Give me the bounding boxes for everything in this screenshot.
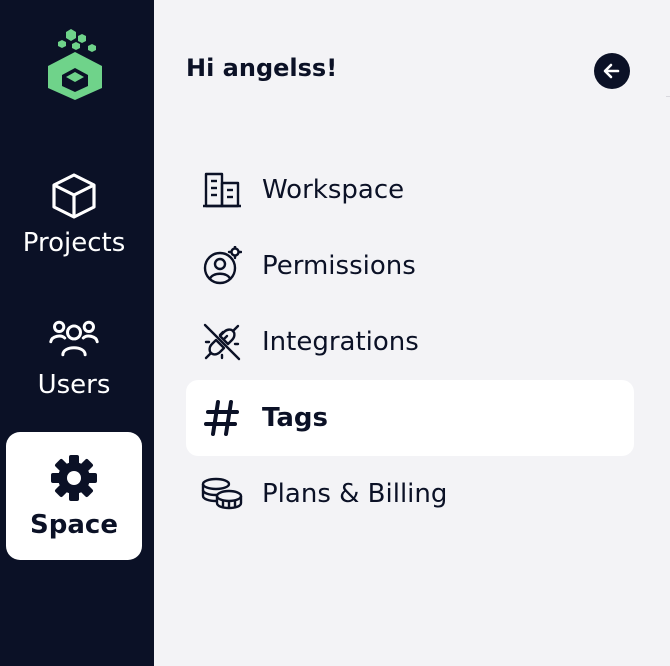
menu-item-permissions[interactable]: Permissions	[186, 228, 634, 304]
collapse-button[interactable]	[594, 53, 630, 89]
rail-item-label: Projects	[22, 228, 126, 258]
rail-item-label: Users	[37, 370, 111, 400]
menu-item-label: Permissions	[262, 251, 416, 281]
menu-item-label: Integrations	[262, 327, 419, 357]
arrow-left-icon	[603, 63, 620, 79]
rail-item-space[interactable]: Space	[6, 432, 142, 560]
hashtag-icon	[200, 396, 244, 440]
plug-icon	[200, 320, 244, 364]
menu-item-label: Tags	[262, 403, 329, 433]
nav-rail: Projects Users Space	[0, 0, 154, 666]
menu-item-label: Workspace	[262, 175, 405, 205]
menu-item-integrations[interactable]: Integrations	[186, 304, 634, 380]
menu-item-plans-billing[interactable]: Plans & Billing	[186, 456, 634, 532]
divider	[666, 96, 670, 97]
coins-icon	[200, 472, 244, 516]
greeting-title: Hi angelss!	[186, 54, 338, 82]
users-icon	[48, 312, 100, 364]
rail-item-users[interactable]: Users	[6, 292, 142, 420]
user-gear-icon	[200, 244, 244, 288]
cube-icon	[48, 170, 100, 222]
menu-item-tags[interactable]: Tags	[186, 380, 634, 456]
rail-item-label: Space	[30, 510, 118, 540]
menu-item-label: Plans & Billing	[262, 479, 448, 509]
building-icon	[200, 168, 244, 212]
menu-item-workspace[interactable]: Workspace	[186, 152, 634, 228]
app-logo[interactable]	[44, 28, 106, 100]
rail-item-projects[interactable]: Projects	[6, 150, 142, 278]
gear-icon	[48, 452, 100, 504]
settings-panel: Hi angelss! Workspace Permissions Integr…	[154, 0, 670, 666]
